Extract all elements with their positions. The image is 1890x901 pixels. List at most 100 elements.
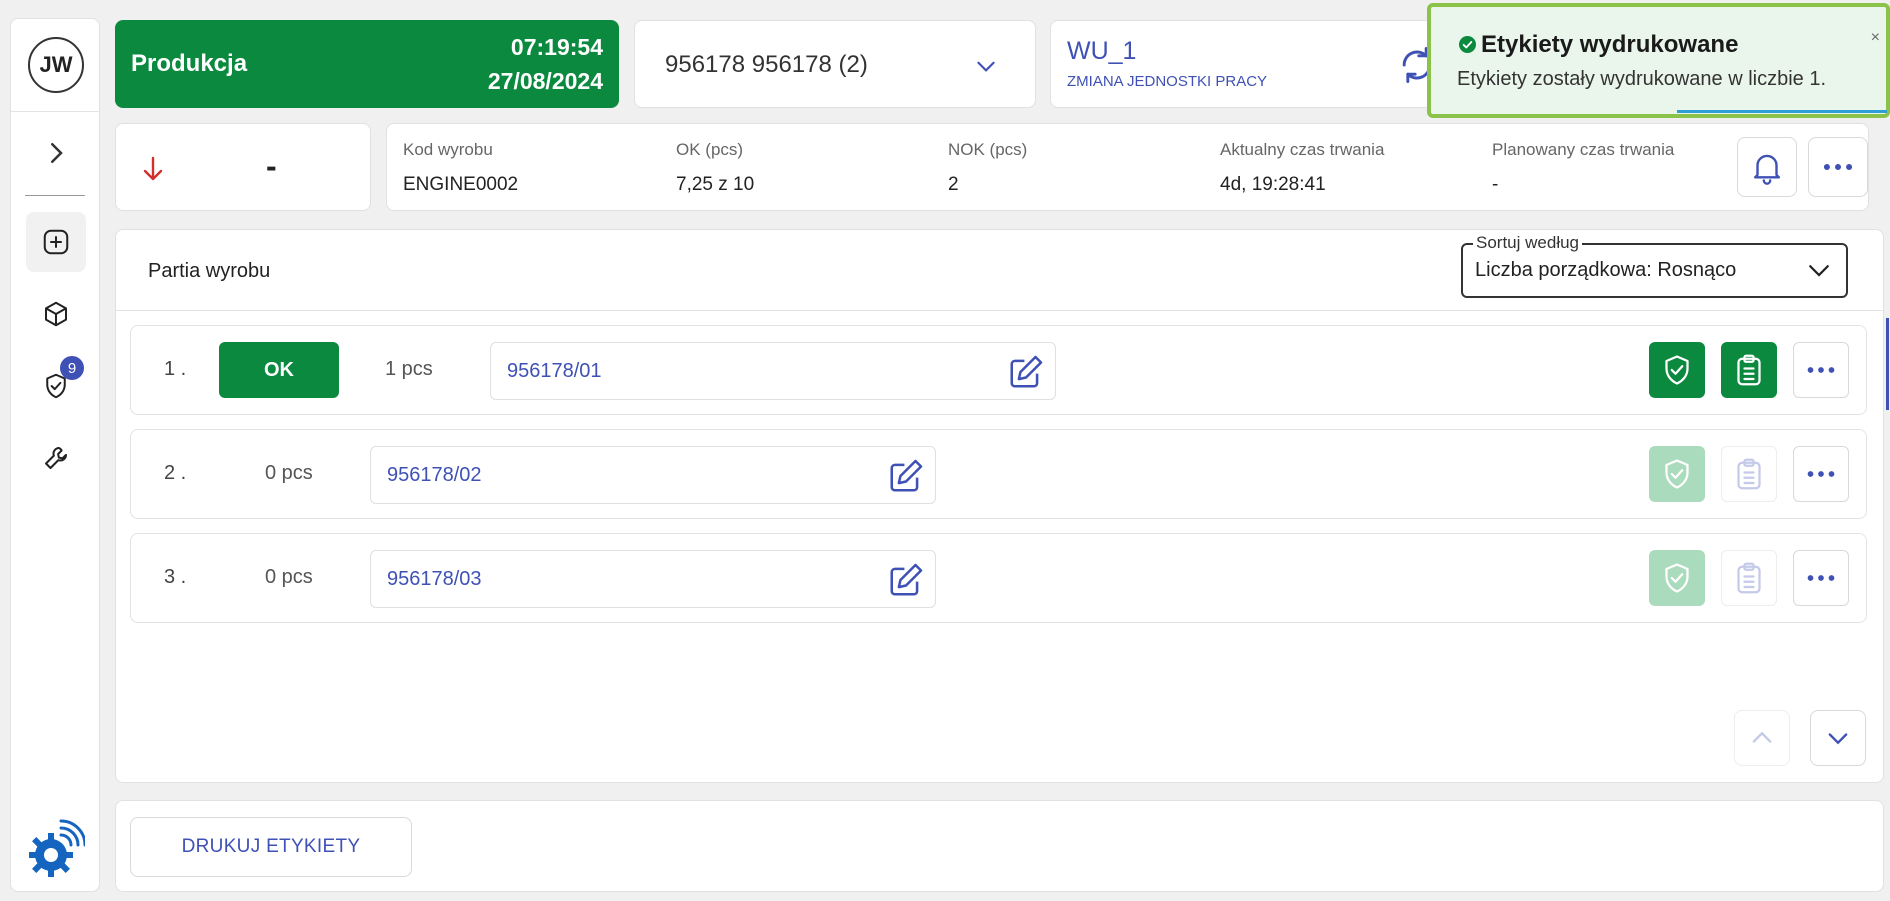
- batch-number-field[interactable]: 956178/01: [490, 342, 1056, 400]
- batch-number-text: 956178/01: [507, 360, 602, 382]
- shield-check-icon: [1665, 355, 1689, 385]
- success-toast: Etykiety wydrukowane Etykiety zostały wy…: [1427, 3, 1890, 118]
- batch-number-field[interactable]: 956178/03: [370, 550, 936, 608]
- chevron-up-icon: [1752, 731, 1772, 743]
- scrollbar[interactable]: [1886, 318, 1889, 410]
- batch-row-number: 1 .: [164, 358, 187, 380]
- batch-row-number: 3 .: [164, 566, 187, 588]
- sidebar-expand-button[interactable]: [26, 123, 86, 183]
- sidebar-item-new[interactable]: [26, 212, 86, 272]
- user-avatar[interactable]: JW: [28, 37, 84, 93]
- app-logo-icon: [29, 819, 85, 877]
- toast-message: Etykiety zostały wydrukowane w liczbie 1…: [1457, 68, 1827, 90]
- clipboard-icon: [1737, 354, 1761, 386]
- row-more-button[interactable]: [1793, 342, 1849, 398]
- change-work-unit-link[interactable]: ZMIANA JEDNOSTKI PRACY: [1067, 73, 1267, 90]
- batch-number-field[interactable]: 956178/02: [370, 446, 936, 504]
- batch-list-title: Partia wyrobu: [148, 260, 271, 282]
- batch-status-badge: OK: [219, 342, 339, 398]
- quality-check-button[interactable]: [1649, 446, 1705, 502]
- order-selector-value: 956178 956178 (2): [665, 51, 868, 78]
- chevron-down-icon: [1809, 265, 1829, 277]
- chevron-down-icon: [1828, 733, 1848, 745]
- clipboard-icon: [1737, 562, 1761, 594]
- clipboard-button[interactable]: [1721, 342, 1777, 398]
- sidebar-item-tools[interactable]: [26, 428, 86, 488]
- quality-check-button[interactable]: [1649, 550, 1705, 606]
- info-label: Kod wyrobu: [403, 140, 493, 159]
- info-product-code: Kod wyrobu ENGINE0002: [403, 140, 518, 196]
- wrench-icon: [45, 447, 67, 469]
- batch-row-quantity: 0 pcs: [265, 566, 313, 588]
- print-labels-button[interactable]: DRUKUJ ETYKIETY: [130, 817, 412, 877]
- edit-icon[interactable]: [887, 561, 925, 599]
- work-unit-card[interactable]: WU_1 ZMIANA JEDNOSTKI PRACY: [1050, 20, 1450, 108]
- clipboard-icon: [1737, 458, 1761, 490]
- more-horizontal-icon: [1807, 367, 1835, 373]
- order-selector[interactable]: 956178 956178 (2): [634, 20, 1036, 108]
- info-ok-count: OK (pcs) 7,25 z 10: [676, 140, 754, 196]
- order-info-card: Kod wyrobu ENGINE0002 OK (pcs) 7,25 z 10…: [386, 123, 1869, 211]
- sidebar-divider: [25, 195, 85, 196]
- edit-icon[interactable]: [887, 457, 925, 495]
- info-label: Aktualny czas trwania: [1220, 140, 1385, 159]
- notification-badge: 9: [60, 356, 84, 380]
- production-status-title: Produkcja: [131, 50, 248, 77]
- clipboard-button[interactable]: [1721, 550, 1777, 606]
- plus-square-icon: [43, 229, 69, 255]
- edit-icon[interactable]: [1007, 353, 1045, 391]
- more-horizontal-icon: [1807, 471, 1835, 477]
- row-more-button[interactable]: [1793, 446, 1849, 502]
- clipboard-button[interactable]: [1721, 446, 1777, 502]
- info-current-duration: Aktualny czas trwania 4d, 19:28:41: [1220, 140, 1384, 196]
- footer-bar: DRUKUJ ETYKIETY: [115, 800, 1884, 892]
- toast-close-button[interactable]: ×: [1871, 29, 1880, 47]
- row-more-button[interactable]: [1793, 550, 1849, 606]
- more-horizontal-icon: [1823, 163, 1853, 171]
- check-circle-icon: [1459, 36, 1476, 53]
- scroll-up-button[interactable]: [1734, 710, 1790, 766]
- sidebar-divider: [11, 111, 99, 112]
- batch-number-text: 956178/02: [387, 464, 482, 486]
- batch-row: 2 . 0 pcs 956178/02: [130, 429, 1867, 519]
- info-value: 2: [948, 174, 959, 195]
- chevron-down-icon: [977, 61, 995, 72]
- batch-row-number: 2 .: [164, 462, 187, 484]
- info-label: OK (pcs): [676, 140, 744, 159]
- trend-value: -: [266, 148, 277, 184]
- info-label: NOK (pcs): [948, 140, 1028, 159]
- batch-row-quantity: 1 pcs: [385, 358, 433, 380]
- shield-check-icon: [1665, 563, 1689, 593]
- sidebar-item-products[interactable]: [26, 284, 86, 344]
- sort-select-label: Sortuj według: [1473, 233, 1583, 253]
- toast-title: Etykiety wydrukowane: [1481, 31, 1739, 58]
- info-value: 7,25 z 10: [676, 174, 755, 195]
- info-label: Planowany czas trwania: [1492, 140, 1675, 159]
- more-horizontal-icon: [1807, 575, 1835, 581]
- info-value: -: [1492, 174, 1499, 195]
- bell-icon: [1753, 154, 1781, 185]
- more-options-button[interactable]: [1808, 137, 1868, 197]
- sidebar-item-quality[interactable]: 9: [26, 356, 86, 416]
- batch-number-text: 956178/03: [387, 568, 482, 590]
- toast-progress-bar: [1677, 110, 1887, 113]
- batch-row-quantity: 0 pcs: [265, 462, 313, 484]
- batch-row: 3 . 0 pcs 956178/03: [130, 533, 1867, 623]
- info-value: 4d, 19:28:41: [1220, 174, 1326, 195]
- clock-time: 07:19:54: [510, 34, 603, 60]
- batch-list-card: Partia wyrobu Sortuj według Liczba porzą…: [115, 229, 1889, 783]
- trend-status-card: -: [115, 123, 371, 211]
- scroll-down-button[interactable]: [1810, 710, 1866, 766]
- sidebar: JW 9: [10, 18, 100, 892]
- quality-check-button[interactable]: [1649, 342, 1705, 398]
- info-value: ENGINE0002: [403, 174, 519, 195]
- cube-icon: [45, 301, 67, 327]
- batch-row: 1 . OK 1 pcs 956178/01: [130, 325, 1867, 415]
- shield-check-icon: [1665, 459, 1689, 489]
- sort-select[interactable]: Sortuj według Liczba porządkowa: Rosnąco: [1461, 233, 1848, 298]
- info-planned-duration: Planowany czas trwania -: [1492, 140, 1674, 196]
- chevron-right-icon: [51, 143, 63, 163]
- work-unit-title: WU_1: [1067, 37, 1137, 65]
- notifications-button[interactable]: [1737, 137, 1797, 197]
- header-divider: [116, 310, 1883, 311]
